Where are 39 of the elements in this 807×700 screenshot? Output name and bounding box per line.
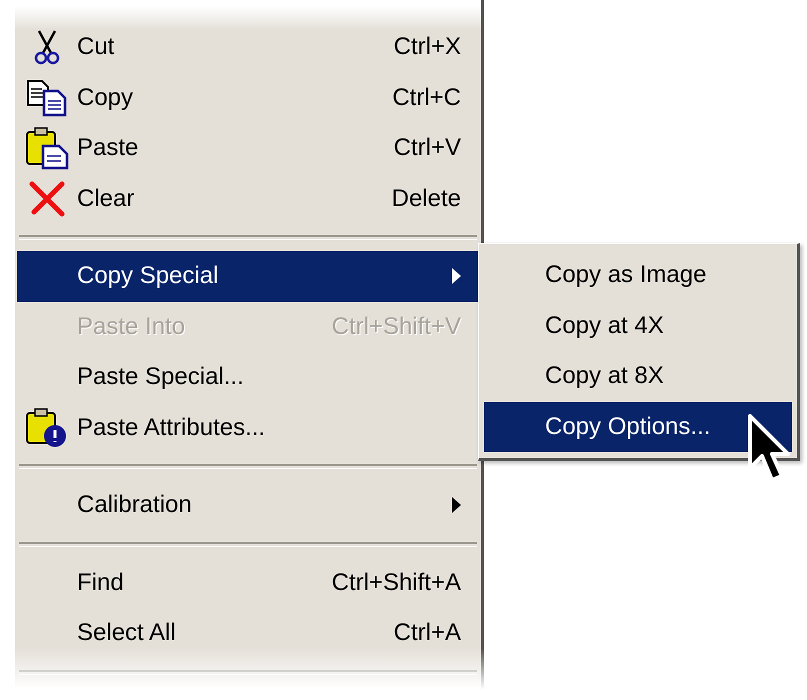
scissors-icon xyxy=(33,29,61,66)
menu-item[interactable]: Calibration xyxy=(17,480,481,530)
menu-item-label: Cut xyxy=(77,33,116,62)
menu-item[interactable]: Paste Special... xyxy=(17,352,481,402)
clipboard-icon xyxy=(25,126,69,170)
submenu-item[interactable]: Copy Options... xyxy=(484,402,792,452)
menu-item-label: Paste Attributes... xyxy=(77,414,266,442)
clipboard-info-icon xyxy=(25,406,69,449)
menu-item[interactable]: Cut Ctrl+X xyxy=(17,22,481,72)
menu-item-label: Copy xyxy=(77,84,134,112)
delete-icon xyxy=(29,180,65,217)
menu-item-label: Paste Into xyxy=(77,312,186,341)
menu-item-label: Paste xyxy=(77,134,140,162)
menu-item-label: Copy Special xyxy=(77,262,220,290)
shortcut-text: Ctrl+X xyxy=(394,33,461,62)
menu-item[interactable]: Paste Attributes... xyxy=(17,402,481,453)
menu-item[interactable]: Copy Special xyxy=(17,251,481,302)
shortcut-text: Ctrl+Shift+A xyxy=(332,568,461,597)
shortcut-text: Ctrl+C xyxy=(392,84,461,112)
menu-item-label: Find xyxy=(77,568,125,597)
shortcut-text: Ctrl+V xyxy=(394,134,461,162)
menu-item[interactable]: Copy Ctrl+C xyxy=(17,72,481,123)
submenu-item[interactable]: Copy at 8X xyxy=(484,351,792,402)
menu-item-label: Paste Special... xyxy=(77,363,245,392)
submenu-item[interactable]: Copy at 4X xyxy=(484,300,792,351)
submenu-arrow-icon xyxy=(452,497,461,514)
menu-item[interactable]: Select All Ctrl+A xyxy=(17,608,481,658)
copy-icon xyxy=(26,78,68,117)
submenu-arrow-icon xyxy=(452,268,461,284)
shortcut-text: Ctrl+A xyxy=(394,619,461,648)
menu-item[interactable]: Find Ctrl+Shift+A xyxy=(17,558,481,608)
menu-item[interactable]: Clear Delete xyxy=(17,174,481,224)
menu-item-label: Select All xyxy=(77,619,177,648)
menu-item[interactable]: Paste Ctrl+V xyxy=(17,123,481,174)
submenu-item[interactable]: Copy as Image xyxy=(484,250,792,300)
menu-item-label: Clear xyxy=(77,184,136,213)
shortcut-text: Delete xyxy=(392,184,461,213)
shortcut-text: Ctrl+Shift+V xyxy=(332,312,461,341)
menu-item-label: Calibration xyxy=(77,491,193,520)
